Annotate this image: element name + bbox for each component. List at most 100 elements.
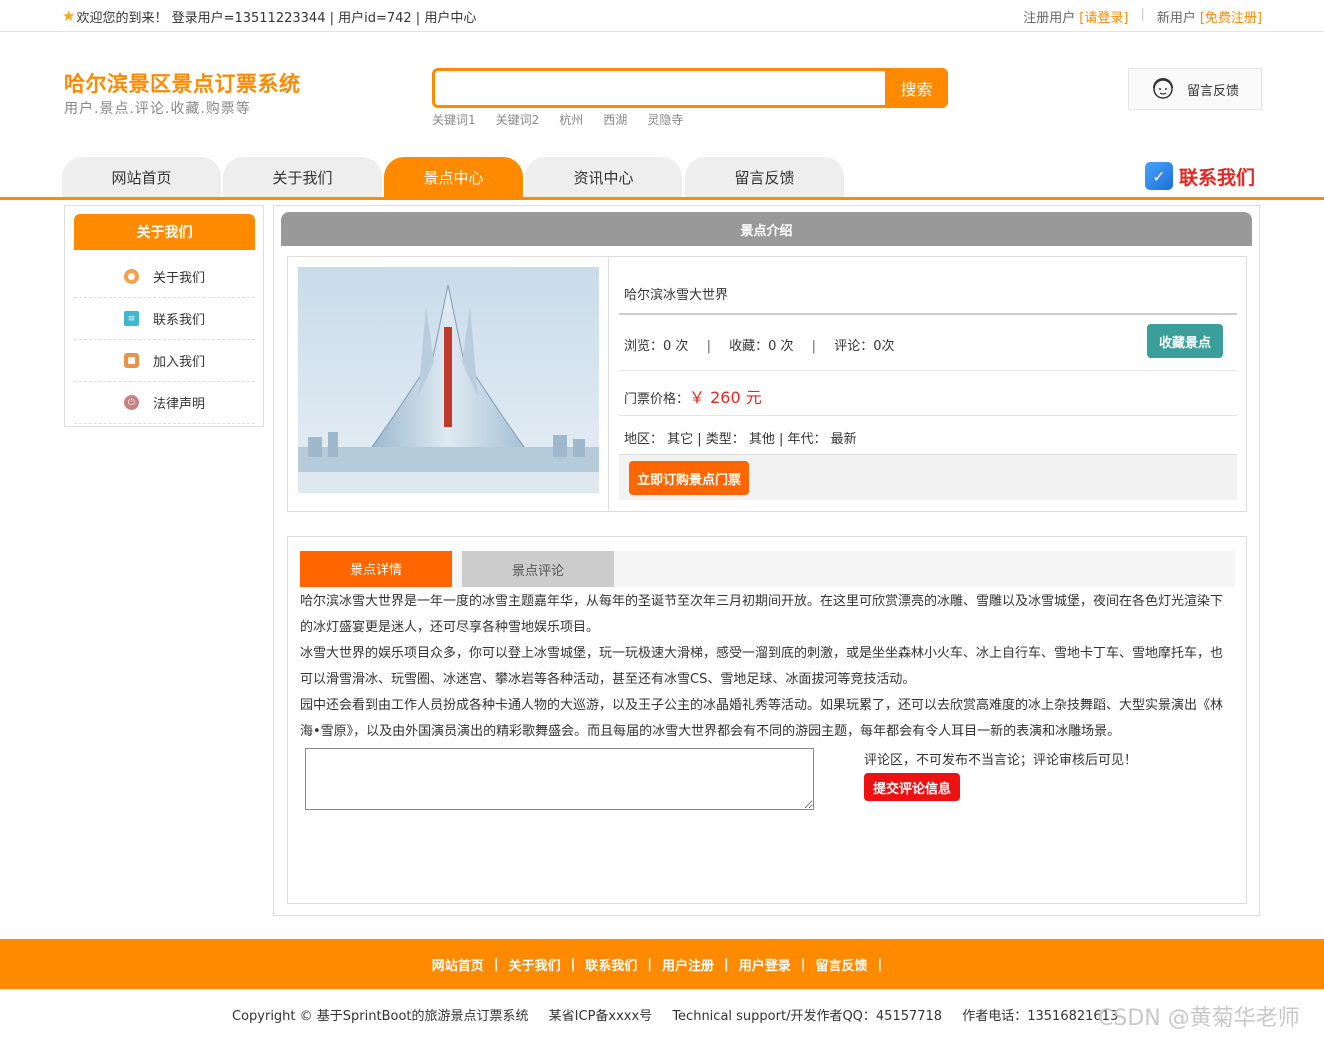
sidebar-item-label: 联系我们 — [152, 313, 205, 328]
views-label: 浏览： — [624, 339, 664, 354]
divider: | — [724, 956, 729, 972]
divider: | — [877, 956, 883, 972]
detail-tabs: 景点详情 景点评论 — [300, 551, 1235, 587]
site-subtitle: 用户.景点.评论.收藏.购票等 — [64, 101, 251, 117]
login-link[interactable]: [请登录] — [1079, 7, 1128, 26]
power-icon: ⏻ — [123, 395, 139, 410]
sidebar-item-label: 加入我们 — [152, 355, 205, 370]
divider — [619, 415, 1237, 416]
new-user-text: 新用户 — [1156, 11, 1196, 26]
footer-link[interactable]: 用户注册 — [662, 955, 714, 974]
favs-count: 0 次 — [768, 339, 794, 354]
tab-details[interactable]: 景点详情 — [300, 551, 452, 587]
divider: | — [1140, 7, 1145, 22]
checkmark-icon: ✓ — [1145, 162, 1173, 190]
spot-price: 门票价格：￥ 260 元 — [624, 384, 762, 408]
hot-keywords: 关键词1 关键词2 杭州 西湖 灵隐寺 — [432, 111, 683, 128]
keyword-link[interactable]: 关键词1 — [432, 111, 476, 128]
comment-tip: 评论区，不可发布不当言论；评论审核后可见！ — [864, 753, 1138, 768]
submit-comment-button[interactable]: 提交评论信息 — [864, 773, 960, 801]
spot-name: 哈尔滨冰雪大世界 — [624, 288, 729, 303]
spot-photo — [298, 267, 599, 493]
divider — [619, 370, 1237, 371]
footer-link[interactable]: 用户登录 — [739, 955, 791, 974]
nav-tab-feedback[interactable]: 留言反馈 — [685, 157, 844, 197]
spot-info-box: 哈尔滨冰雪大世界 浏览：0 次 | 收藏：0 次 | 评论：0次 收藏景点 门票… — [287, 256, 1247, 512]
spot-stats: 浏览：0 次 | 收藏：0 次 | 评论：0次 — [624, 335, 894, 354]
divider — [608, 257, 609, 511]
divider: | — [800, 956, 806, 972]
divider — [619, 313, 1237, 315]
footer-nav: 网站首页 | 关于我们 | 联系我们 | 用户注册 | 用户登录 | 留言反馈 | — [0, 939, 1324, 989]
feedback-label: 留言反馈 — [1187, 83, 1240, 99]
register-user-text: 注册用户 — [1023, 11, 1076, 26]
sidebar-title: 关于我们 — [74, 214, 255, 250]
top-bar: ★ 欢迎您的到来！ 登录用户=13511223344 | 用户id=742 | … — [0, 0, 1324, 32]
search-button[interactable]: 搜索 — [885, 68, 948, 108]
welcome-area: ★ 欢迎您的到来！ 登录用户=13511223344 | 用户id=742 | … — [62, 7, 477, 27]
description-paragraph: 园中还会看到由工作人员扮成各种卡通人物的大巡游，以及王子公主的冰晶婚礼秀等活动。… — [300, 698, 1224, 739]
divider: | — [570, 956, 576, 972]
account-links: 注册用户 [请登录] | 新用户 [免费注册] — [1023, 7, 1262, 26]
price-label: 门票价格： — [624, 392, 690, 407]
sidebar: 关于我们 ● 关于我们 ≡ 联系我们 ■ 加入我们 ⏻ 法律声明 — [64, 205, 264, 427]
main-nav: 网站首页 关于我们 景点中心 资讯中心 留言反馈 — [0, 156, 1324, 200]
lock-icon: ■ — [123, 353, 139, 368]
divider: | — [493, 956, 499, 972]
nav-tab-about[interactable]: 关于我们 — [223, 157, 382, 197]
tab-reviews[interactable]: 景点评论 — [462, 551, 614, 587]
watermark: CSDN @黄菊华老师 — [1098, 1006, 1300, 1031]
favs-label: 收藏： — [729, 339, 769, 354]
favorite-button[interactable]: 收藏景点 — [1147, 324, 1223, 358]
divider: | — [811, 339, 817, 354]
keyword-link[interactable]: 西湖 — [603, 111, 627, 128]
star-icon: ★ — [62, 7, 76, 25]
section-title: 景点介绍 — [281, 212, 1252, 246]
keyword-link[interactable]: 关键词2 — [496, 111, 540, 128]
description-paragraph: 哈尔滨冰雪大世界是一年一度的冰雪主题嘉年华，从每年的圣诞节至次年三月初期间开放。… — [300, 594, 1224, 635]
sidebar-item-contact[interactable]: ≡ 联系我们 — [74, 298, 255, 340]
divider: | — [647, 956, 652, 972]
spot-description: 哈尔滨冰雪大世界是一年一度的冰雪主题嘉年华，从每年的圣诞节至次年三月初期间开放。… — [300, 589, 1230, 745]
divider: | — [706, 339, 711, 354]
keyword-link[interactable]: 灵隐寺 — [647, 111, 683, 128]
contact-us-link[interactable]: ✓ 联系我们 — [1145, 162, 1255, 190]
nav-tab-home[interactable]: 网站首页 — [62, 157, 221, 197]
views-count: 0 次 — [663, 339, 689, 354]
footer-link[interactable]: 留言反馈 — [816, 955, 868, 974]
clipboard-icon: ≡ — [123, 311, 139, 326]
free-register-link[interactable]: [免费注册] — [1200, 7, 1262, 26]
feedback-button[interactable]: 留言反馈 — [1128, 68, 1262, 110]
spot-detail-box: 景点详情 景点评论 哈尔滨冰雪大世界是一年一度的冰雪主题嘉年华，从每年的圣诞节至… — [287, 536, 1247, 904]
sidebar-item-label: 法律声明 — [152, 397, 205, 412]
price-value: ￥ 260 元 — [689, 388, 762, 407]
contact-us-label: 联系我们 — [1179, 166, 1256, 189]
buy-bar: 立即订购景点门票 — [619, 454, 1237, 500]
sidebar-item-legal[interactable]: ⏻ 法律声明 — [74, 382, 255, 424]
buy-ticket-button[interactable]: 立即订购景点门票 — [629, 461, 749, 495]
description-paragraph: 冰雪大世界的娱乐项目众多，你可以登上冰雪城堡，玩一玩极速大滑梯，感受一溜到底的刺… — [300, 646, 1224, 687]
customer-service-icon — [1153, 78, 1173, 99]
keyword-link[interactable]: 杭州 — [559, 111, 583, 128]
sidebar-item-join[interactable]: ■ 加入我们 — [74, 340, 255, 382]
search-box: 搜索 — [432, 68, 948, 108]
footer-link[interactable]: 网站首页 — [432, 955, 484, 974]
search-input[interactable] — [435, 71, 885, 105]
phone-text: 作者电话：13516821613 — [962, 1009, 1119, 1024]
comments-count: 0次 — [873, 339, 895, 354]
icp-text: 某省ICP备xxxx号 — [548, 1009, 653, 1024]
footer-link[interactable]: 关于我们 — [508, 955, 560, 974]
sidebar-item-label: 关于我们 — [152, 271, 205, 286]
site-title: 哈尔滨景区景点订票系统 — [64, 72, 301, 96]
support-text: Technical support/开发作者QQ：45157718 — [672, 1009, 943, 1024]
comments-label: 评论： — [834, 339, 874, 354]
welcome-text: 欢迎您的到来！ 登录用户=13511223344 | 用户id=742 | 用户… — [76, 11, 477, 26]
copyright-text: Copyright © 基于SprintBoot的旅游景点订票系统 — [232, 1009, 529, 1024]
footer-link[interactable]: 联系我们 — [585, 955, 637, 974]
main-content: 景点介绍 哈尔滨冰雪大世界 浏览：0 次 | 收藏：0 次 | 评论：0次 收藏… — [273, 205, 1260, 916]
sidebar-item-about[interactable]: ● 关于我们 — [74, 256, 255, 298]
nav-tab-news[interactable]: 资讯中心 — [525, 157, 682, 197]
nav-tab-spots[interactable]: 景点中心 — [384, 157, 523, 197]
comment-textarea[interactable] — [305, 748, 814, 810]
spot-meta: 地区： 其它 | 类型： 其他 | 年代： 最新 — [624, 432, 857, 447]
